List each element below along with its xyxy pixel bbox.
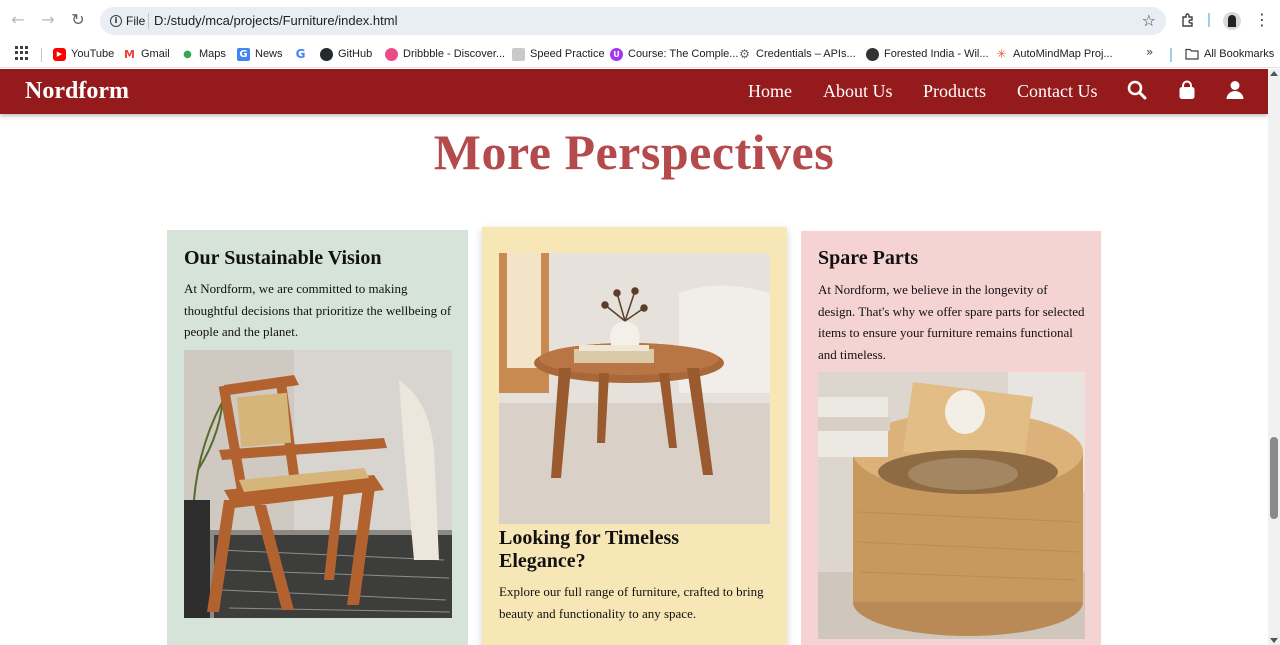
bookmark-youtube[interactable]: ▶ YouTube (53, 45, 114, 63)
scroll-up-icon[interactable] (1270, 71, 1278, 76)
reload-icon[interactable]: ↻ (68, 10, 88, 30)
maps-icon: ● (181, 47, 194, 61)
divider (148, 13, 149, 29)
address-bar[interactable]: i File D:/study/mca/projects/Furniture/i… (100, 7, 1166, 35)
card-title: Spare Parts (818, 247, 919, 269)
nav-link-about-us[interactable]: About Us (823, 81, 893, 102)
scroll-down-icon[interactable] (1270, 638, 1278, 643)
page-scrollbar[interactable] (1268, 69, 1280, 645)
url-text[interactable]: D:/study/mca/projects/Furniture/index.ht… (154, 13, 397, 28)
nav-link-home[interactable]: Home (748, 81, 792, 102)
bookmark-course[interactable]: U Course: The Comple... (610, 45, 738, 63)
bookmark-gmail[interactable]: M Gmail (123, 45, 170, 63)
search-icon[interactable] (1127, 80, 1149, 102)
card-text: At Nordform, we believe in the longevity… (818, 282, 1085, 362)
bookmark-github[interactable]: GitHub (320, 45, 372, 63)
bookmark-label: Gmail (141, 48, 170, 60)
bookmark-news[interactable]: G News (237, 45, 283, 63)
bookmark-star-icon[interactable]: ☆ (1142, 11, 1156, 30)
card-spare-parts[interactable]: Spare Parts At Nordform, we believe in t… (801, 231, 1101, 645)
page-viewport: Nordform Home About Us Products Contact … (0, 69, 1268, 645)
youtube-icon: ▶ (53, 47, 66, 61)
card-timeless-elegance[interactable]: Looking for Timeless Elegance? Explore o… (482, 227, 787, 645)
speed-practice-icon (512, 47, 525, 61)
card-text: Explore our full range of furniture, cra… (499, 584, 764, 621)
bookmark-credentials[interactable]: ⚙ Credentials – APIs... (738, 45, 856, 63)
card-text: At Nordform, we are committed to making … (184, 281, 452, 339)
user-icon[interactable] (1225, 80, 1247, 102)
back-icon[interactable]: ← (8, 10, 28, 30)
card-title: Our Sustainable Vision (184, 247, 382, 269)
bookmark-dribbble[interactable]: Dribbble - Discover... (385, 45, 505, 63)
scroll-thumb[interactable] (1270, 437, 1278, 519)
apps-grid-icon[interactable] (15, 46, 29, 60)
google-icon: G (294, 46, 307, 61)
divider (1208, 13, 1210, 27)
profile-avatar[interactable] (1223, 12, 1241, 30)
credentials-icon: ⚙ (738, 46, 751, 61)
automindmap-icon: ✳ (995, 46, 1008, 61)
folder-icon (1185, 48, 1199, 60)
bookmark-speed-practice[interactable]: Speed Practice (512, 45, 605, 63)
bookmark-label: News (255, 48, 283, 60)
brand-logo[interactable]: Nordform (25, 78, 129, 105)
forward-icon[interactable]: → (38, 10, 58, 30)
wikipedia-icon (866, 47, 879, 61)
section-title: More Perspectives (433, 124, 835, 180)
all-bookmarks-label: All Bookmarks (1204, 48, 1275, 60)
bookmark-label: Maps (199, 48, 226, 60)
bookmark-google[interactable]: G (294, 45, 307, 63)
extensions-icon[interactable] (1178, 10, 1198, 30)
info-icon: i (110, 15, 122, 27)
bookmark-automindmap[interactable]: ✳ AutoMindMap Proj... (995, 45, 1113, 63)
divider (1170, 48, 1172, 62)
storage-table-image (818, 372, 1085, 639)
coffee-table-image (499, 253, 770, 524)
shopping-bag-icon[interactable] (1177, 80, 1199, 102)
bookmark-label: Course: The Comple... (628, 48, 739, 60)
course-icon: U (610, 47, 623, 61)
file-chip-label: File (126, 14, 146, 28)
site-navbar: Nordform Home About Us Products Contact … (0, 69, 1268, 114)
gmail-icon: M (123, 47, 136, 61)
more-bookmarks-icon[interactable]: » (1146, 45, 1153, 59)
bookmark-wikipedia[interactable]: Forested India - Wil... (866, 45, 989, 63)
news-icon: G (237, 47, 250, 61)
card-sustainable-vision[interactable]: Our Sustainable Vision At Nordform, we a… (167, 230, 468, 645)
site-info-chip[interactable]: i File (106, 11, 151, 31)
bookmark-maps[interactable]: ● Maps (181, 45, 226, 63)
all-bookmarks[interactable]: All Bookmarks (1185, 45, 1274, 63)
bookmark-label: AutoMindMap Proj... (1013, 48, 1113, 60)
bookmark-label: Credentials – APIs... (756, 48, 856, 60)
bookmark-label: YouTube (71, 48, 115, 60)
nav-link-contact-us[interactable]: Contact Us (1017, 81, 1098, 102)
bookmark-label: Speed Practice (530, 48, 605, 60)
nav-link-products[interactable]: Products (923, 81, 986, 102)
bookmark-label: Forested India - Wil... (884, 48, 989, 60)
divider (41, 48, 42, 62)
menu-kebab-icon[interactable]: ⋮ (1252, 10, 1272, 30)
github-icon (320, 47, 333, 61)
browser-toolbar: ← → ↻ i File D:/study/mca/projects/Furni… (0, 0, 1280, 40)
bookmarks-bar: ▶ YouTube M Gmail ● Maps G News G GitHub… (0, 40, 1280, 68)
chair-image (184, 350, 452, 618)
bookmark-label: Dribbble - Discover... (403, 48, 506, 60)
bookmark-label: GitHub (338, 48, 373, 60)
card-title: Looking for Timeless Elegance? (499, 527, 680, 572)
dribbble-icon (385, 47, 398, 61)
